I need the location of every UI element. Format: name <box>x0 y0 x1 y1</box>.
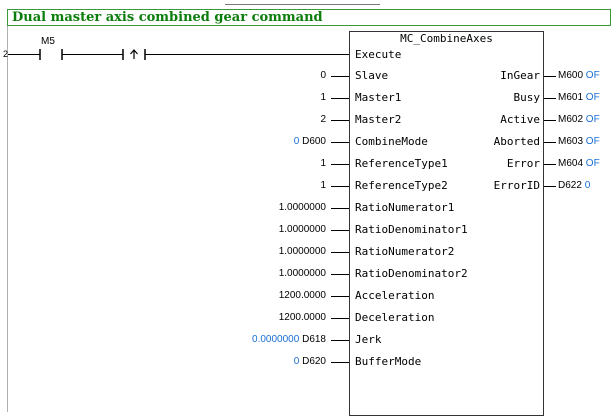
input-wire <box>331 230 349 231</box>
pin-deceleration: Deceleration <box>355 311 435 324</box>
pin-referencetype2: ReferenceType2 <box>355 179 448 192</box>
input-wire <box>331 76 349 77</box>
pin-slave: Slave <box>355 69 389 82</box>
pin-master1: Master1 <box>355 91 402 104</box>
contact-device-label: M5 <box>41 36 55 47</box>
pin-referencetype1: ReferenceType1 <box>355 157 448 170</box>
device-address: M600 <box>558 70 586 81</box>
input-operand[interactable]: 1.0000000 <box>279 202 326 213</box>
output-operand[interactable]: M602 OF <box>558 114 600 125</box>
pin-master2: Master2 <box>355 113 402 126</box>
pin-ratiodenominator1: RatioDenominator1 <box>355 223 468 236</box>
pin-aborted: Aborted <box>493 135 540 148</box>
pin-errorid: ErrorID <box>493 179 540 192</box>
constant-value: 2 <box>320 114 326 125</box>
device-address: D600 <box>299 136 326 147</box>
input-wire <box>331 340 349 341</box>
device-address: D620 <box>299 356 326 367</box>
constant-value: 1.0000000 <box>278 268 326 279</box>
pin-combinemode: CombineMode <box>355 135 428 148</box>
pin-buffermode: BufferMode <box>355 355 422 368</box>
input-operand[interactable]: 0.0000000 D618 <box>252 334 326 345</box>
input-wire <box>331 252 349 253</box>
device-address: M601 <box>558 92 586 103</box>
pin-ratiodenominator2: RatioDenominator2 <box>355 267 468 280</box>
constant-value: 1.0000000 <box>278 224 326 235</box>
pin-rationumerator2: RatioNumerator2 <box>355 245 455 258</box>
function-block-name: MC_CombineAxes <box>400 32 493 45</box>
input-operand[interactable]: 1200.0000 <box>279 312 326 323</box>
device-address: D618 <box>299 334 326 345</box>
input-operand[interactable]: 1 <box>320 158 326 169</box>
normally-open-contact[interactable] <box>39 49 63 60</box>
input-operand[interactable]: 2 <box>320 114 326 125</box>
output-operand[interactable]: M604 OF <box>558 158 600 169</box>
input-operand[interactable]: 1.0000000 <box>279 268 326 279</box>
output-operand[interactable]: M600 OF <box>558 70 600 81</box>
monitor-value: OF <box>585 158 600 169</box>
input-wire <box>331 120 349 121</box>
input-operand[interactable]: 1 <box>320 92 326 103</box>
constant-value: 1200.0000 <box>278 290 326 301</box>
output-wire <box>544 120 556 121</box>
input-operand[interactable]: 1 <box>320 180 326 191</box>
input-wire <box>331 142 349 143</box>
constant-value: 1.0000000 <box>278 246 326 257</box>
constant-value: 1200.0000 <box>278 312 326 323</box>
device-address: D622 <box>558 180 585 191</box>
monitor-value: OF <box>585 70 600 81</box>
input-wire <box>331 296 349 297</box>
monitor-value: 0 <box>584 180 591 191</box>
rising-edge-contact[interactable] <box>122 49 146 60</box>
input-operand[interactable]: 1200.0000 <box>279 290 326 301</box>
pin-active: Active <box>500 113 540 126</box>
output-wire <box>544 164 556 165</box>
output-wire <box>544 142 556 143</box>
output-wire <box>544 186 556 187</box>
pin-error: Error <box>506 157 540 170</box>
output-operand[interactable]: M603 OF <box>558 136 600 147</box>
input-wire <box>331 164 349 165</box>
pin-execute: Execute <box>355 48 402 61</box>
input-operand[interactable]: 0 D600 <box>294 136 326 147</box>
constant-value: 1.0000000 <box>278 202 326 213</box>
pin-ingear: InGear <box>500 69 540 82</box>
monitor-value: OF <box>585 136 600 147</box>
input-wire <box>331 186 349 187</box>
pin-acceleration: Acceleration <box>355 289 435 302</box>
monitor-value: OF <box>585 92 600 103</box>
pin-busy: Busy <box>513 91 541 104</box>
input-operand[interactable]: 0 <box>320 70 326 81</box>
input-wire <box>331 98 349 99</box>
monitor-value: 0.0000000 <box>252 334 300 345</box>
constant-value: 1 <box>320 92 326 103</box>
input-operand[interactable]: 0 D620 <box>294 356 326 367</box>
constant-value: 0 <box>320 70 326 81</box>
constant-value: 1 <box>320 180 326 191</box>
device-address: M602 <box>558 114 586 125</box>
device-address: M603 <box>558 136 586 147</box>
monitor-value: OF <box>585 114 600 125</box>
pin-jerk: Jerk <box>355 333 382 346</box>
output-operand[interactable]: D622 0 <box>558 180 590 191</box>
input-operand[interactable]: 1.0000000 <box>279 246 326 257</box>
constant-value: 1 <box>320 158 326 169</box>
input-operand[interactable]: 1.0000000 <box>279 224 326 235</box>
input-wire <box>331 318 349 319</box>
input-wire <box>331 208 349 209</box>
input-wire <box>331 274 349 275</box>
output-wire <box>544 98 556 99</box>
output-operand[interactable]: M601 OF <box>558 92 600 103</box>
input-wire <box>331 362 349 363</box>
device-address: M604 <box>558 158 586 169</box>
pin-rationumerator1: RatioNumerator1 <box>355 201 455 214</box>
output-wire <box>544 76 556 77</box>
